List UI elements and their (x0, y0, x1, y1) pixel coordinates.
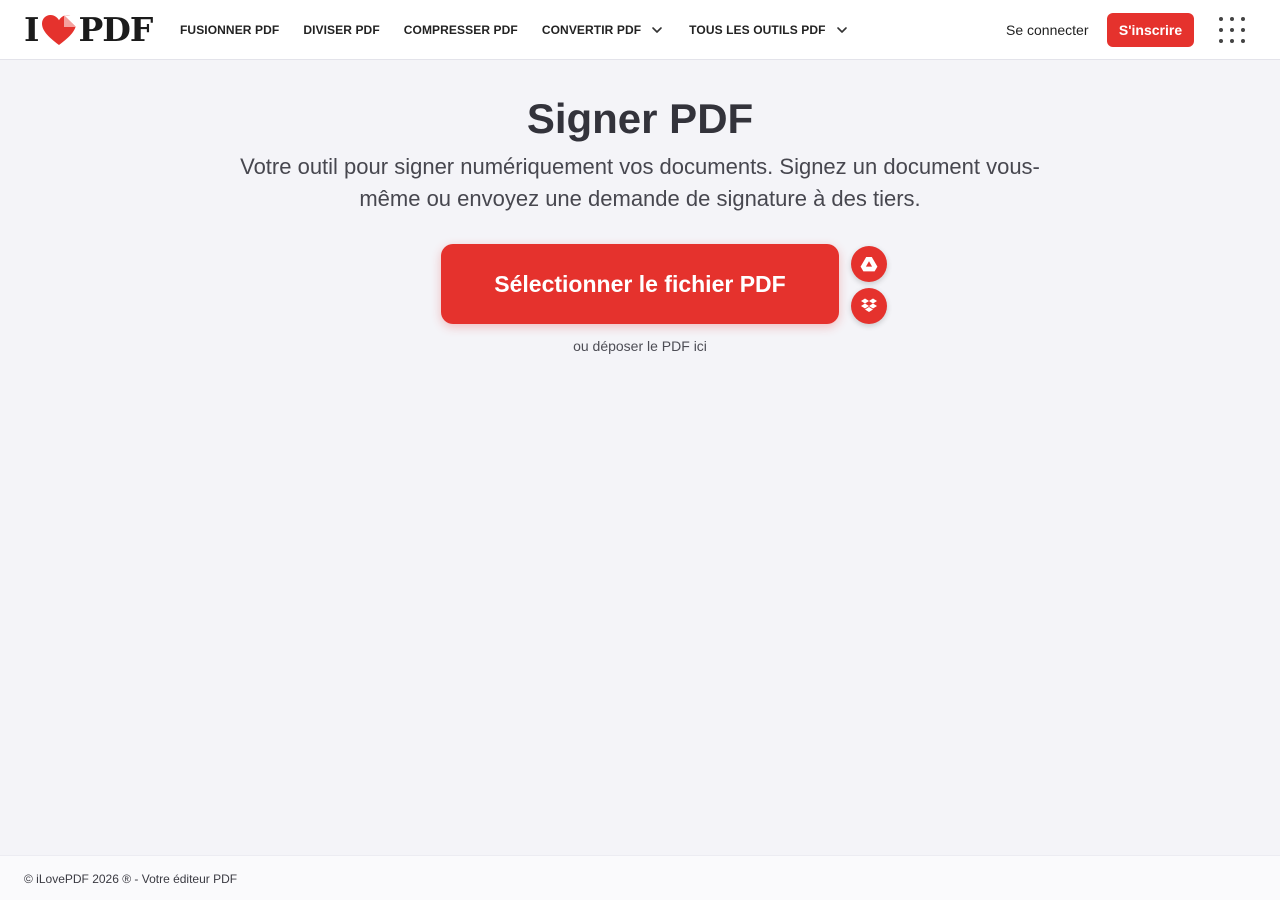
page-footer: © iLovePDF 2026 ® - Votre éditeur PDF (0, 855, 1280, 900)
nav-item-label: DIVISER PDF (303, 23, 380, 37)
select-pdf-button-label: Sélectionner le fichier PDF (494, 270, 786, 297)
top-header: I PDF FUSIONNER PDF DIVISER PDF COMPRESS… (0, 0, 1280, 60)
nav-item-all-tools[interactable]: TOUS LES OUTILS PDF (689, 23, 847, 37)
apps-grid-dot (1230, 28, 1234, 32)
nav-item-label: TOUS LES OUTILS PDF (689, 23, 826, 37)
main-nav: FUSIONNER PDF DIVISER PDF COMPRESSER PDF… (180, 0, 874, 60)
nav-item-label: COMPRESSER PDF (403, 23, 518, 37)
signup-button-label: S'inscrire (1118, 22, 1183, 38)
page-title: Signer PDF (526, 95, 754, 142)
ilovepdf-logo[interactable]: I PDF (24, 10, 153, 49)
nav-item-label: CONVERTIR PDF (541, 23, 642, 37)
chevron-down-icon (652, 27, 662, 33)
nav-item-merge-pdf[interactable]: FUSIONNER PDF (180, 23, 279, 37)
page-subtitle: Votre outil pour signer numériquement vo… (240, 154, 1040, 211)
login-link[interactable]: Se connecter (1006, 20, 1089, 40)
drop-hint-text: ou déposer le PDF ici (573, 338, 707, 354)
google-drive-icon (860, 257, 878, 272)
dropbox-icon (861, 298, 877, 312)
heart-logo-icon (42, 15, 77, 45)
google-drive-button[interactable] (851, 246, 887, 282)
signup-button[interactable]: S'inscrire (1107, 13, 1194, 47)
chevron-down-icon (836, 27, 847, 33)
apps-grid-dot (1241, 28, 1245, 32)
logo-letter-i: I (24, 10, 39, 49)
logo-letters-pdf: PDF (78, 10, 153, 49)
main-content: Signer PDF Votre outil pour signer numér… (0, 60, 1280, 855)
nav-item-convert-pdf[interactable]: CONVERTIR PDF (542, 23, 663, 37)
apps-grid-dot (1241, 39, 1245, 43)
apps-grid-icon[interactable] (1219, 17, 1245, 43)
apps-grid-dot (1219, 28, 1223, 32)
nav-item-label: FUSIONNER PDF (180, 23, 280, 37)
apps-grid-dot (1219, 39, 1223, 43)
dropbox-button[interactable] (851, 288, 887, 324)
apps-grid-dot (1219, 17, 1223, 21)
apps-grid-dot (1241, 17, 1245, 21)
nav-item-split-pdf[interactable]: DIVISER PDF (303, 23, 379, 37)
apps-grid-dot (1230, 39, 1234, 43)
apps-grid-dot (1230, 17, 1234, 21)
nav-item-compress-pdf[interactable]: COMPRESSER PDF (404, 23, 518, 37)
select-pdf-button[interactable]: Sélectionner le fichier PDF (441, 244, 839, 324)
footer-copyright: © iLovePDF 2026 ® - Votre éditeur PDF (24, 872, 238, 886)
